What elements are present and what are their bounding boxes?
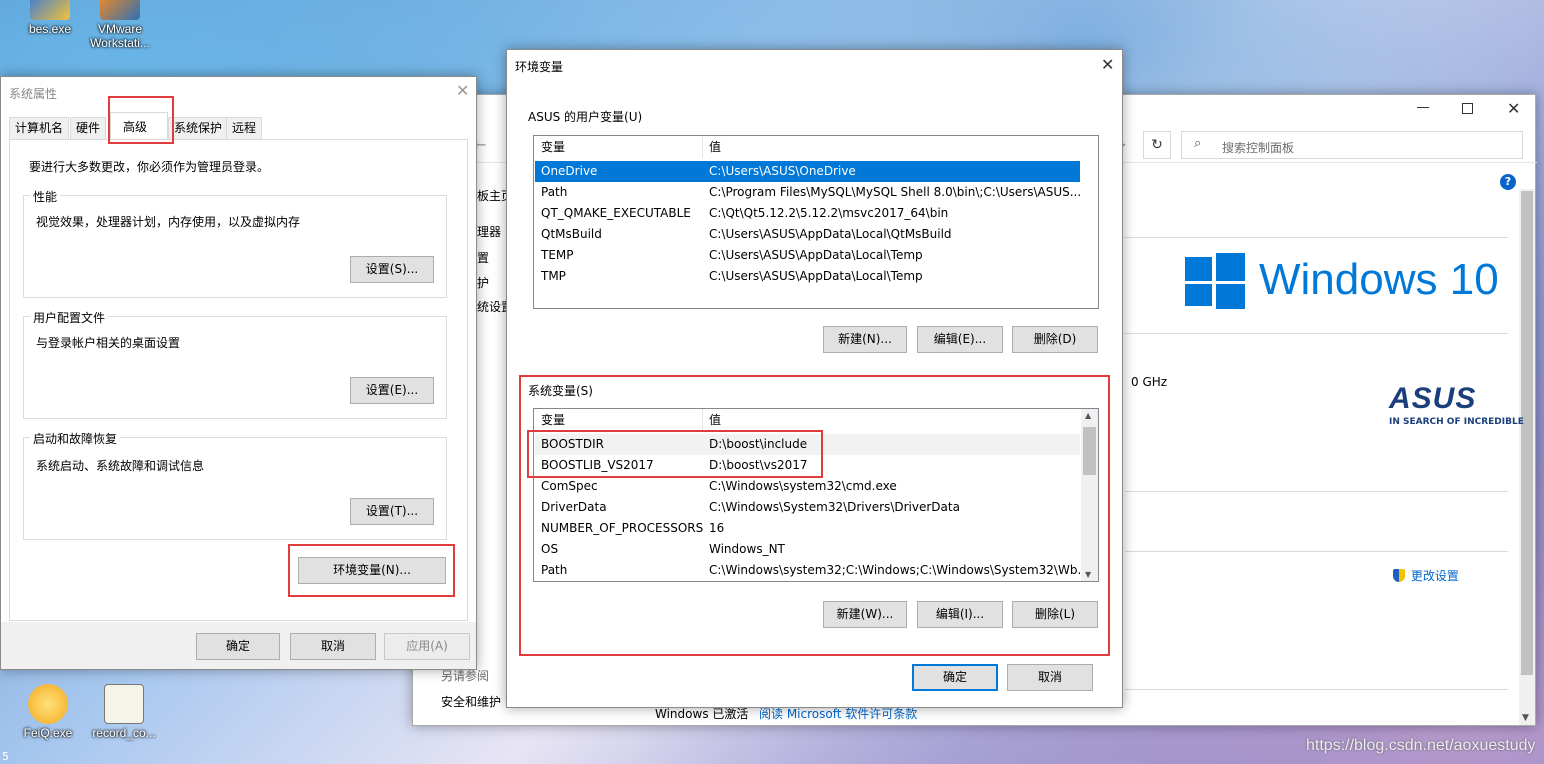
table-row[interactable]: TMP C:\Users\ASUS\AppData\Local\Temp xyxy=(535,266,1080,287)
row-var-value: C:\Users\ASUS\OneDrive xyxy=(709,164,856,178)
change-settings-link[interactable]: 更改设置 xyxy=(1393,567,1459,584)
highlight-system-vars-section xyxy=(519,375,1110,656)
table-row[interactable]: QT_QMAKE_EXECUTABLE C:\Qt\Qt5.12.2\5.12.… xyxy=(535,203,1080,224)
desktop-icon-feiq[interactable]: FeiQ.exe xyxy=(14,684,82,740)
row-var-value: C:\Qt\Qt5.12.2\5.12.2\msvc2017_64\bin xyxy=(709,206,949,220)
refresh-button[interactable]: ↻ xyxy=(1143,131,1171,159)
refresh-icon: ↻ xyxy=(1151,137,1163,153)
scrollbar-thumb[interactable] xyxy=(1521,191,1533,675)
close-icon[interactable]: ✕ xyxy=(456,83,469,99)
dialog-title: 系统属性 xyxy=(9,87,58,101)
desktop-icon-label: FeiQ.exe xyxy=(23,726,73,740)
watermark-text: https://blog.csdn.net/aoxuestudy xyxy=(1306,737,1536,754)
profiles-settings-button[interactable]: 设置(E)... xyxy=(350,377,434,404)
row-var-name: QtMsBuild xyxy=(541,227,602,241)
row-var-name: TMP xyxy=(541,269,566,283)
search-input[interactable]: ⌕ 搜索控制面板 xyxy=(1181,131,1523,159)
close-icon[interactable]: ✕ xyxy=(1101,57,1114,73)
minimize-icon[interactable] xyxy=(1417,107,1429,108)
row-var-value: C:\Users\ASUS\AppData\Local\QtMsBuild xyxy=(709,227,952,241)
highlight-advanced-tab xyxy=(108,96,174,144)
tab-hardware[interactable]: 硬件 xyxy=(70,117,107,139)
scroll-down-icon[interactable]: ▼ xyxy=(1522,713,1529,723)
row-var-value: C:\Users\ASUS\AppData\Local\Temp xyxy=(709,248,923,262)
performance-settings-button[interactable]: 设置(S)... xyxy=(350,256,434,283)
desktop-icon-record[interactable]: record_co... xyxy=(90,684,158,740)
section-divider xyxy=(1125,333,1508,334)
desktop-icon-label: VMware Workstati... xyxy=(90,22,150,50)
row-var-value: C:\Program Files\MySQL\MySQL Shell 8.0\b… xyxy=(709,185,1082,199)
change-settings-label: 更改设置 xyxy=(1410,569,1459,583)
user-delete-button[interactable]: 删除(D) xyxy=(1012,326,1098,353)
section-divider xyxy=(1125,551,1508,552)
windows-brand-text: Windows 10 xyxy=(1259,255,1499,304)
user-profiles-label: 用户配置文件 xyxy=(30,309,109,326)
row-var-name: OneDrive xyxy=(541,164,598,178)
cpu-speed-fragment: 0 GHz xyxy=(1131,375,1168,389)
apply-button[interactable]: 应用(A) xyxy=(384,633,470,660)
column-divider xyxy=(702,136,703,158)
nav-link-device-manager[interactable]: 理器 xyxy=(477,223,501,240)
script-file-icon xyxy=(104,684,144,724)
desktop-icon-bes[interactable]: bes.exe xyxy=(16,0,84,36)
bes-app-icon xyxy=(30,0,70,20)
desktop-icon-label: record_co... xyxy=(92,726,156,740)
cancel-button[interactable]: 取消 xyxy=(290,633,376,660)
feiq-app-icon xyxy=(28,684,68,724)
search-placeholder: 搜索控制面板 xyxy=(1222,141,1295,155)
tab-system-protection[interactable]: 系统保护 xyxy=(168,117,229,139)
admin-note: 要进行大多数更改，你必须作为管理员登录。 xyxy=(29,160,270,174)
desktop-icon-vmware[interactable]: VMware Workstati... xyxy=(86,0,154,50)
tab-computer-name[interactable]: 计算机名 xyxy=(9,117,70,139)
scrollbar[interactable]: ▼ xyxy=(1519,189,1535,725)
nav-link-protection[interactable]: 护 xyxy=(477,274,489,291)
vmware-app-icon xyxy=(100,0,140,20)
windows-logo-icon xyxy=(1185,253,1245,309)
ok-button[interactable]: 确定 xyxy=(196,633,280,660)
ok-button[interactable]: 确定 xyxy=(912,664,998,691)
corner-digit: 5 xyxy=(2,750,9,763)
maximize-icon[interactable] xyxy=(1462,103,1473,114)
section-divider xyxy=(1125,237,1508,238)
user-profiles-desc: 与登录帐户相关的桌面设置 xyxy=(36,336,181,350)
table-row[interactable]: QtMsBuild C:\Users\ASUS\AppData\Local\Qt… xyxy=(535,224,1080,245)
row-var-value: C:\Users\ASUS\AppData\Local\Temp xyxy=(709,269,923,283)
column-header-variable[interactable]: 变量 xyxy=(541,136,565,158)
user-vars-section-label: ASUS 的用户变量(U) xyxy=(528,110,643,124)
user-new-button[interactable]: 新建(N)... xyxy=(823,326,907,353)
asus-logo: ASUS xyxy=(1389,382,1477,415)
table-row[interactable]: Path C:\Program Files\MySQL\MySQL Shell … xyxy=(535,182,1082,203)
cancel-button[interactable]: 取消 xyxy=(1007,664,1093,691)
startup-recovery-label: 启动和故障恢复 xyxy=(30,430,121,447)
row-var-name: QT_QMAKE_EXECUTABLE xyxy=(541,206,691,220)
section-divider xyxy=(1125,689,1508,690)
highlight-boost-vars xyxy=(527,430,823,478)
table-row[interactable]: OneDrive C:\Users\ASUS\OneDrive xyxy=(535,161,1080,182)
help-icon[interactable]: ? xyxy=(1500,174,1516,190)
uac-shield-icon xyxy=(1393,569,1405,582)
search-icon: ⌕ xyxy=(1194,136,1202,151)
asus-tagline: IN SEARCH OF INCREDIBLE xyxy=(1389,417,1524,427)
row-var-name: Path xyxy=(541,185,568,199)
dialog-title: 环境变量 xyxy=(515,60,564,74)
nav-link-remote[interactable]: 置 xyxy=(477,249,489,266)
highlight-env-button xyxy=(288,544,455,597)
user-edit-button[interactable]: 编辑(E)... xyxy=(917,326,1003,353)
performance-desc: 视觉效果，处理器计划，内存使用，以及虚拟内存 xyxy=(36,215,301,229)
startup-settings-button[interactable]: 设置(T)... xyxy=(350,498,434,525)
row-var-name: TEMP xyxy=(541,248,574,262)
user-vars-list[interactable]: 变量 值 OneDrive C:\Users\ASUS\OneDrive Pat… xyxy=(533,135,1099,309)
column-header-value[interactable]: 值 xyxy=(709,136,721,158)
close-icon[interactable]: ✕ xyxy=(1507,101,1520,117)
performance-label: 性能 xyxy=(30,188,61,205)
startup-recovery-desc: 系统启动、系统故障和调试信息 xyxy=(36,459,205,473)
desktop-icon-label: bes.exe xyxy=(28,22,72,36)
tab-remote[interactable]: 远程 xyxy=(226,117,263,139)
table-row[interactable]: TEMP C:\Users\ASUS\AppData\Local\Temp xyxy=(535,245,1080,266)
section-divider xyxy=(1125,491,1508,492)
security-maintenance-link[interactable]: 安全和维护 xyxy=(441,693,501,710)
